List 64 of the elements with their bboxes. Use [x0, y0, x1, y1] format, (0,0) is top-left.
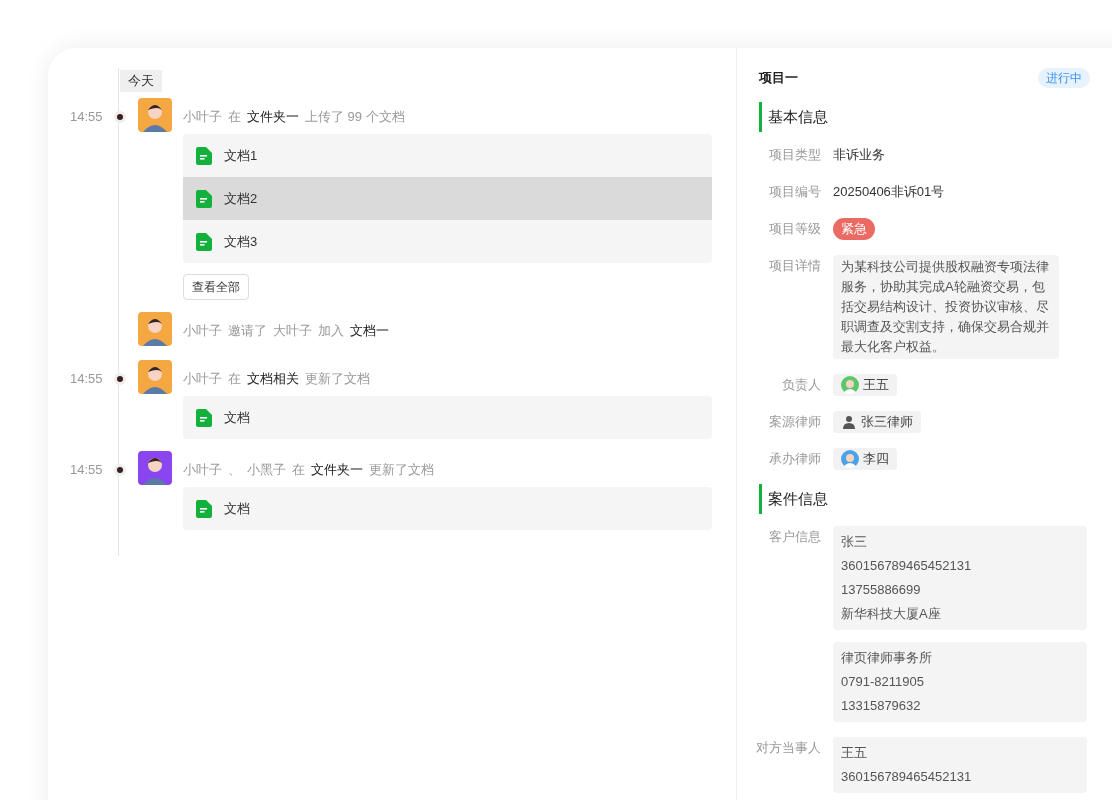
- link-text[interactable]: 文件夹一: [247, 108, 299, 126]
- document-icon: [196, 146, 212, 165]
- day-label: 今天: [120, 70, 162, 92]
- level-tag: 紧急: [833, 218, 875, 240]
- section-heading: 基本信息: [759, 102, 1091, 132]
- file-row[interactable]: 文档3: [183, 220, 712, 263]
- event-text: 在: [228, 370, 241, 388]
- field-label: 项目等级: [768, 220, 821, 238]
- document-icon: [196, 499, 212, 518]
- field-label: 项目编号: [768, 183, 821, 201]
- link-text[interactable]: 文档一: [350, 322, 389, 340]
- event-text: 大叶子: [273, 322, 312, 340]
- person-icon: [841, 414, 857, 430]
- person-chip: 张三律师: [833, 411, 921, 433]
- person-chip: 李四: [833, 448, 897, 470]
- field-label: 项目类型: [768, 146, 821, 164]
- info-line: 13315879632: [841, 697, 922, 715]
- status-badge: 进行中: [1038, 68, 1090, 88]
- field-value: 20250406非诉01号: [833, 183, 945, 201]
- detail-text: 为某科技公司提供股权融资专项法律服务，协助其完成A轮融资交易，包括交易结构设计、投资协议审核、尽职调查及交割支持，确保交易合规并最大化客户权益。: [833, 255, 1059, 359]
- event-text: 小黑子: [247, 461, 286, 479]
- info-line: 王五: [841, 744, 868, 762]
- document-icon: [196, 408, 212, 427]
- event-time: 14:55: [70, 370, 104, 389]
- info-line: 0791-8211905: [841, 673, 925, 691]
- event-text: 更新了文档: [369, 461, 434, 479]
- info-line: 360156789465452131: [841, 557, 973, 575]
- event-text: 加入: [318, 322, 344, 340]
- info-line: 律页律师事务所: [841, 649, 933, 667]
- project-title: 项目一: [759, 69, 798, 88]
- event-text: 小叶子: [183, 370, 222, 388]
- field-label: 项目详情: [768, 257, 821, 275]
- event-text: 在: [292, 461, 305, 479]
- event-text: 邀请了: [228, 322, 267, 340]
- file-row[interactable]: 文档: [183, 396, 712, 439]
- file-row[interactable]: 文档1: [183, 134, 712, 177]
- event-text: 小叶子: [183, 108, 222, 126]
- field-label: 负责人: [781, 376, 821, 394]
- event-text: 小叶子: [183, 461, 222, 479]
- event-text: 在: [228, 108, 241, 126]
- file-row[interactable]: 文档: [183, 487, 712, 530]
- field-value: 非诉业务: [833, 146, 885, 164]
- file-row[interactable]: 文档2: [183, 177, 712, 220]
- event-text: 、: [228, 461, 241, 479]
- person-chip: 王五: [833, 374, 897, 396]
- link-text[interactable]: 文件夹一: [311, 461, 363, 479]
- view-all-button[interactable]: 查看全部: [183, 274, 249, 300]
- section-heading: 案件信息: [759, 484, 1091, 514]
- event-text: 小叶子: [183, 322, 222, 340]
- event-time: 14:55: [70, 108, 104, 127]
- field-label: 客户信息: [768, 528, 821, 546]
- document-icon: [196, 189, 212, 208]
- field-label: 承办律师: [768, 450, 821, 468]
- info-line: 新华科技大厦A座: [841, 605, 942, 623]
- info-line: 张三: [841, 533, 868, 551]
- document-icon: [196, 232, 212, 251]
- info-line: 360156789465452131: [841, 768, 973, 786]
- field-label: 案源律师: [768, 413, 821, 431]
- field-label: 对方当事人: [755, 739, 821, 757]
- link-text[interactable]: 文档相关: [247, 370, 299, 388]
- event-time: 14:55: [70, 461, 104, 480]
- event-text: 上传了 99 个文档: [305, 108, 405, 126]
- event-text: 更新了文档: [305, 370, 370, 388]
- info-line: 13755886699: [841, 581, 922, 599]
